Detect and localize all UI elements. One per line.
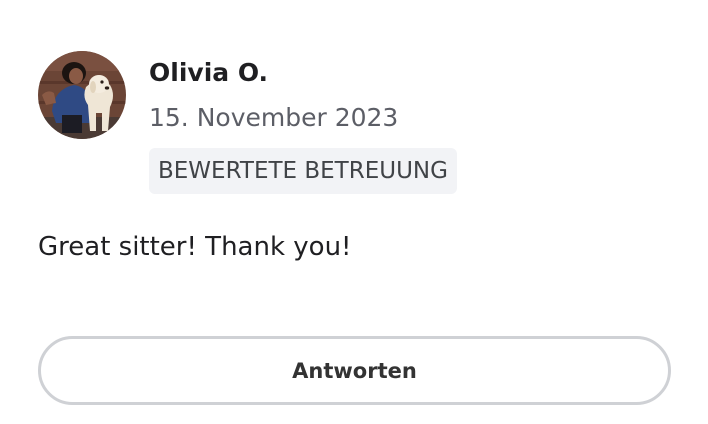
service-badge: BEWERTETE BETREUUNG <box>149 148 457 194</box>
review-date: 15. November 2023 <box>149 103 399 132</box>
review-card: Olivia O. 15. November 2023 BEWERTETE BE… <box>0 0 708 424</box>
reviewer-name: Olivia O. <box>149 58 269 87</box>
reviewer-avatar[interactable] <box>38 51 126 139</box>
reply-button[interactable]: Antworten <box>38 336 671 405</box>
review-text: Great sitter! Thank you! <box>38 232 352 262</box>
reviewer-photo-icon <box>38 51 126 139</box>
